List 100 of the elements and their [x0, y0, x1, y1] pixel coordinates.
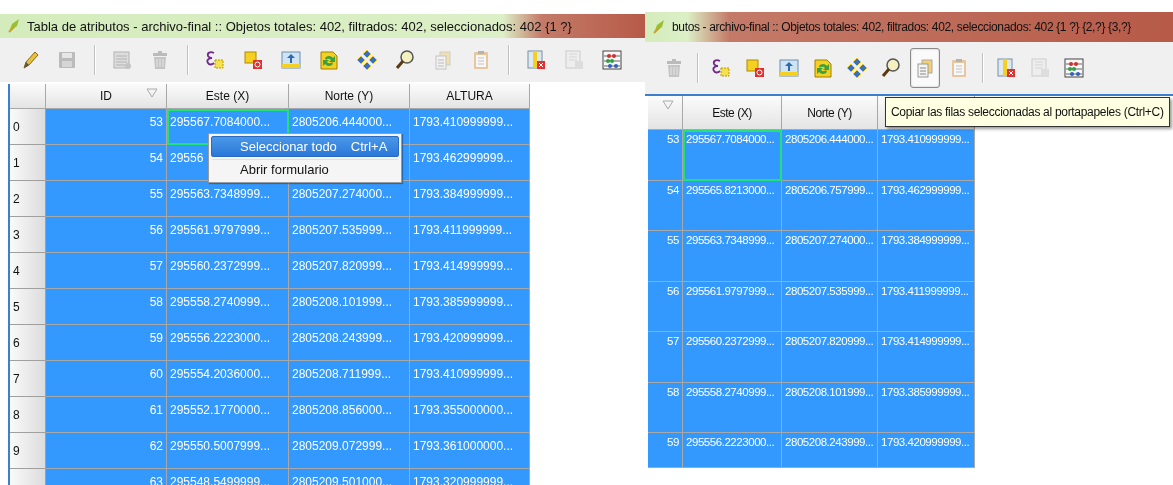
table-cell: 2805208.101999... — [289, 289, 410, 325]
table-cell: 295556.2223000... — [167, 325, 289, 361]
toolbar-button[interactable] — [910, 48, 940, 88]
row-header[interactable]: 6 — [10, 325, 46, 361]
table-cell: 58 — [648, 382, 683, 433]
column-header[interactable]: ALTURA — [410, 84, 530, 109]
table-cell: 62 — [46, 433, 167, 469]
column-header[interactable]: ID — [46, 84, 167, 109]
table-cell: 295550.5007999... — [167, 433, 289, 469]
table-cell: 53 — [648, 130, 683, 181]
table-cell: 295561.9797999... — [683, 281, 782, 332]
invert-selection-icon — [318, 49, 340, 71]
table-cell: 57 — [648, 332, 683, 383]
table-cell: 2805207.535999... — [782, 281, 878, 332]
table-cell: 55 — [46, 181, 167, 217]
table-cell: 1793.361000000... — [410, 433, 530, 469]
table-cell: 295567.7084000... — [683, 130, 782, 181]
menu-item[interactable]: Abrir formulario — [211, 159, 399, 180]
column-delete-icon — [525, 49, 547, 71]
column-header[interactable]: Norte (Y) — [782, 96, 878, 130]
table-cell: 1793.410999999... — [410, 109, 530, 145]
table-cell: 1793.385999999... — [878, 382, 975, 433]
table-cell: 295556.2223000... — [683, 433, 782, 468]
table-cell: 57 — [46, 253, 167, 289]
app-logo-icon — [651, 19, 667, 35]
table-cell: 295558.2740999... — [683, 382, 782, 433]
table-cell: 1793.411999999... — [410, 217, 530, 253]
column-header[interactable] — [648, 96, 683, 130]
window-title: Tabla de atributos - archivo-final :: Objetos totales: 402, filtrados: 402, seleccionados: 402 {1 ?} — [27, 18, 572, 34]
table-cell: 54 — [46, 145, 167, 181]
table-cell: 1793.462999999... — [878, 180, 975, 231]
app-logo-icon — [6, 18, 22, 34]
table-cell: 58 — [46, 289, 167, 325]
table-cell: 1793.410999999... — [878, 130, 975, 181]
row-header[interactable]: 3 — [10, 217, 46, 253]
row-header[interactable]: 2 — [10, 181, 46, 217]
row-header[interactable]: 1 — [10, 145, 46, 181]
square-deselect-icon — [242, 49, 264, 71]
table-cell: 2805207.274000... — [782, 231, 878, 282]
column-header[interactable]: Este (X) — [683, 96, 782, 130]
table-cell: 2805206.757999... — [782, 180, 878, 231]
table-cell: 1793.411999999... — [878, 281, 975, 332]
table-cell: 1793.355000000... — [410, 397, 530, 433]
table-cell: 1793.385999999... — [410, 289, 530, 325]
table-cell: 1793.420999999... — [410, 325, 530, 361]
table-cell: 1793.414999999... — [878, 332, 975, 383]
table-cell: 295561.9797999... — [167, 217, 289, 253]
table-cell: 56 — [648, 281, 683, 332]
table-cell: 60 — [46, 361, 167, 397]
move-to-top-icon — [280, 49, 302, 71]
epsilon-icon — [204, 49, 226, 71]
invert-selection-icon — [812, 57, 834, 79]
table-cell: 1793.384999999... — [410, 181, 530, 217]
row-header[interactable]: 8 — [10, 397, 46, 433]
table-cell: 2805208.856000... — [289, 397, 410, 433]
table-cell: 1793.462999999... — [410, 145, 530, 181]
window-title: butos - archivo-final :: Objetos totales: 402, filtrados: 402, seleccionados: 402 {1 ?} {2,?} {3,?} — [672, 20, 1131, 34]
tooltip: Copiar las filas seleccionadas al portapapeles (Ctrl+C) — [885, 97, 1170, 127]
column-header[interactable]: Este (X) — [167, 84, 289, 109]
move-to-top-icon — [778, 57, 800, 79]
row-header[interactable] — [10, 469, 46, 485]
magnifier-icon — [394, 49, 416, 71]
table-cell: 1793.384999999... — [878, 231, 975, 282]
square-deselect-icon — [744, 57, 766, 79]
table-delete-icon — [111, 49, 133, 71]
copy-icon — [432, 49, 454, 71]
row-header[interactable]: 0 — [10, 109, 46, 145]
epsilon-icon — [710, 57, 732, 79]
table-cell: 56 — [46, 217, 167, 253]
row-header[interactable]: 9 — [10, 433, 46, 469]
row-header[interactable]: 7 — [10, 361, 46, 397]
row-header[interactable]: 4 — [10, 253, 46, 289]
table-cell: 2805206.444000... — [782, 130, 878, 181]
table-cell: 2805207.274000... — [289, 181, 410, 217]
abacus-icon — [1063, 57, 1085, 79]
table-cell: 55 — [648, 231, 683, 282]
corner-cell — [10, 84, 46, 109]
table-cell: 2805207.535999... — [289, 217, 410, 253]
table-cell: 295563.7348999... — [683, 231, 782, 282]
column-add-icon — [563, 49, 585, 71]
magnifier-icon — [880, 57, 902, 79]
menu-item[interactable]: Seleccionar todo Ctrl+A — [211, 136, 399, 157]
column-delete-icon — [995, 57, 1017, 79]
diamond-pan-icon — [846, 57, 868, 79]
table-cell: 59 — [648, 433, 683, 468]
table-cell: 295565.8213000... — [683, 180, 782, 231]
column-header[interactable]: Norte (Y) — [289, 84, 410, 109]
table-cell: 2805209.072999... — [289, 433, 410, 469]
diamond-pan-icon — [356, 49, 378, 71]
table-cell: 2805207.820999... — [782, 332, 878, 383]
table-cell: 295554.2036000... — [167, 361, 289, 397]
abacus-icon — [601, 49, 623, 71]
row-header[interactable]: 5 — [10, 289, 46, 325]
table-cell: 53 — [46, 109, 167, 145]
table-cell: 61 — [46, 397, 167, 433]
table-cell: 2805208.243999... — [289, 325, 410, 361]
table-cell: 295560.2372999... — [167, 253, 289, 289]
table-cell: 59 — [46, 325, 167, 361]
table-cell: 1793.410999999... — [410, 361, 530, 397]
sort-indicator-icon — [662, 100, 674, 110]
